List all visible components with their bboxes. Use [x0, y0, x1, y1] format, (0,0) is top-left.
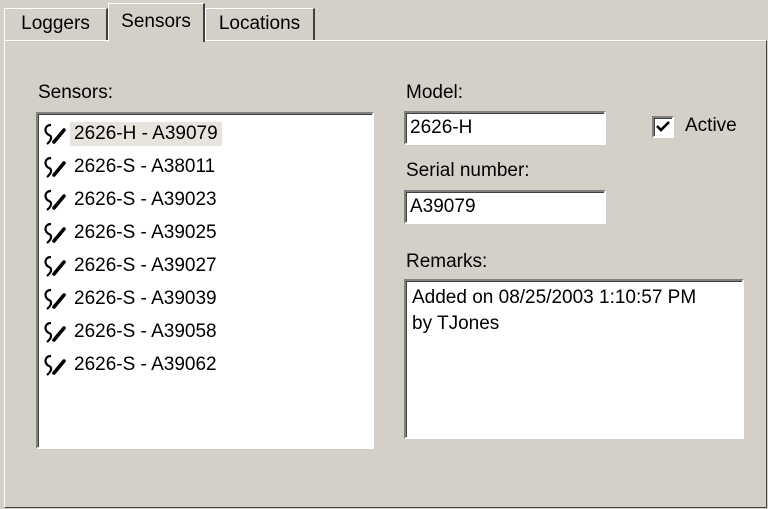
active-checkbox[interactable] — [652, 116, 674, 138]
sensor-probe-icon — [44, 255, 66, 277]
sensors-listbox[interactable]: 2626-H - A39079 2626-S - A38011 2626-S -… — [36, 112, 374, 449]
serial-number-field[interactable]: A39079 — [404, 190, 606, 224]
list-item[interactable]: 2626-H - A39079 — [38, 117, 372, 150]
serial-number-label: Serial number: — [406, 160, 530, 181]
sensors-page: Sensors: 2626-H - A39079 2626-S - A38011… — [0, 0, 768, 509]
sensor-probe-icon — [44, 189, 66, 211]
list-item[interactable]: 2626-S - A39039 — [38, 282, 372, 315]
list-item-label: 2626-S - A39023 — [74, 188, 217, 210]
list-item[interactable]: 2626-S - A39023 — [38, 183, 372, 216]
list-item-label: 2626-S - A39062 — [74, 353, 217, 375]
list-item-label: 2626-S - A38011 — [74, 155, 216, 177]
list-item[interactable]: 2626-S - A38011 — [38, 150, 372, 183]
list-item-label: 2626-H - A39079 — [70, 121, 222, 146]
model-field[interactable]: 2626-H — [404, 111, 606, 145]
list-item[interactable]: 2626-S - A39025 — [38, 216, 372, 249]
list-item-label: 2626-S - A39039 — [74, 287, 217, 309]
list-item-label: 2626-S - A39025 — [74, 221, 217, 243]
model-label: Model: — [406, 82, 464, 103]
list-item[interactable]: 2626-S - A39027 — [38, 249, 372, 282]
remarks-textarea[interactable]: Added on 08/25/2003 1:10:57 PM by TJones — [404, 279, 744, 439]
checkmark-icon — [656, 121, 670, 132]
sensors-list-label: Sensors: — [38, 82, 113, 103]
sensor-probe-icon — [44, 156, 66, 178]
sensor-probe-icon — [44, 321, 66, 343]
sensor-probe-icon — [44, 222, 66, 244]
sensor-probe-icon — [44, 288, 66, 310]
list-item[interactable]: 2626-S - A39058 — [38, 315, 372, 348]
list-item-label: 2626-S - A39058 — [74, 320, 217, 342]
list-item[interactable]: 2626-S - A39062 — [38, 348, 372, 381]
sensor-probe-icon — [44, 123, 66, 145]
sensor-probe-icon — [44, 354, 66, 376]
list-item-label: 2626-S - A39027 — [74, 254, 217, 276]
remarks-label: Remarks: — [406, 251, 488, 272]
active-label[interactable]: Active — [685, 115, 737, 137]
